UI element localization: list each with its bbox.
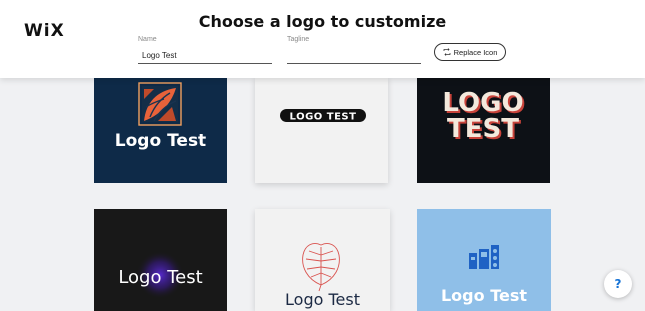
- card-1-logo-text: Logo Test: [115, 131, 206, 151]
- help-button[interactable]: ?: [604, 270, 632, 298]
- logo-card-2[interactable]: LOGO TEST: [255, 77, 388, 183]
- logo-card-3[interactable]: LOGO LOGO TEST TEST: [417, 77, 550, 183]
- logo-card-4[interactable]: Logo Test: [94, 209, 227, 311]
- replace-icon-label: Replace Icon: [453, 47, 498, 57]
- tagline-field-label: Tagline: [287, 36, 310, 43]
- top-header: WiX Choose a logo to customize Name Tagl…: [0, 0, 645, 78]
- name-input[interactable]: [138, 48, 272, 64]
- logo-card-6[interactable]: Logo Test: [417, 209, 551, 311]
- card-5-logo-text: Logo Test: [285, 290, 360, 309]
- card-6-logo-text: Logo Test: [441, 286, 527, 305]
- replace-icon-button[interactable]: Replace Icon: [434, 43, 506, 61]
- name-field: Name: [138, 36, 272, 64]
- page-title: Choose a logo to customize: [198, 12, 447, 31]
- card-4-logo-text: Logo Test: [118, 267, 202, 288]
- name-field-label: Name: [138, 36, 157, 43]
- tagline-field: Tagline: [287, 36, 421, 64]
- logo-card-5[interactable]: Logo Test: [255, 209, 390, 311]
- card-2-background: [255, 77, 388, 183]
- swap-icon: [443, 48, 451, 56]
- card-3-logo-line2: TEST: [447, 114, 519, 144]
- tropical-leaf-icon: [138, 82, 182, 126]
- card-2-logo-text: LOGO TEST: [290, 112, 357, 123]
- logo-card-1[interactable]: Logo Test: [94, 77, 227, 183]
- tagline-input[interactable]: [287, 48, 421, 64]
